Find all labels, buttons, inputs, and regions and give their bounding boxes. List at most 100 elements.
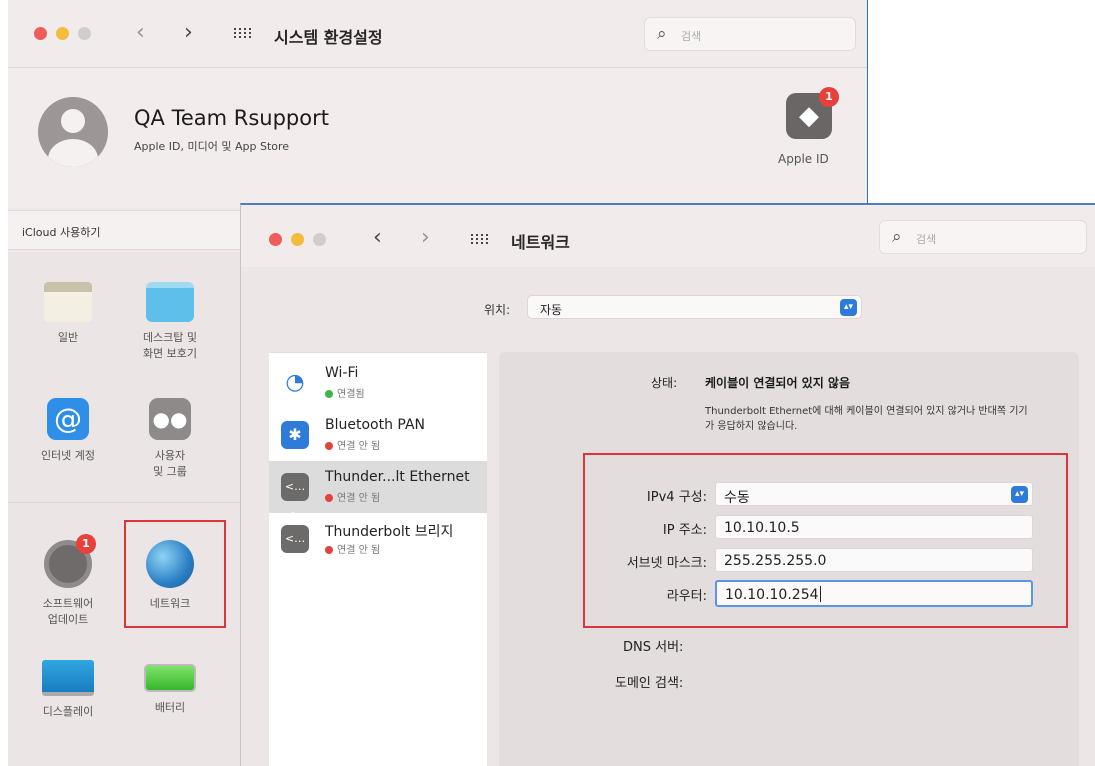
- thunderbolt-bridge-icon: <…>: [281, 525, 309, 573]
- status-dot-green: [325, 390, 333, 398]
- window-title: 시스템 환경설정: [274, 28, 383, 47]
- router-field[interactable]: 10.10.10.254: [715, 580, 1033, 607]
- preferences-grid: 일반 데스크탑 및 화면 보호기 @ 인터넷 계정 ●● 사용자 및 그룹 소프…: [8, 252, 248, 766]
- status-dot-red: [325, 494, 333, 502]
- desktop-screensaver-icon: [146, 282, 194, 322]
- ipv4-config-select[interactable]: 수동 ▴▾: [715, 482, 1033, 506]
- titlebar: ‹ › 시스템 환경설정 ⌕ 검색: [8, 0, 867, 68]
- status-value: 케이블이 연결되어 있지 않음: [705, 376, 851, 390]
- show-all-grid-icon[interactable]: [471, 234, 489, 248]
- account-name: QA Team Rsupport: [134, 106, 329, 130]
- ipv4-config-value: 수동: [724, 490, 750, 506]
- status-label: 상태:: [651, 376, 678, 390]
- pref-label: 소프트웨어 업데이트: [42, 597, 94, 626]
- pref-software-update[interactable]: 소프트웨어 업데이트: [20, 540, 116, 628]
- battery-icon: [144, 664, 196, 692]
- location-row: 위치: 자동 ▴▾: [241, 293, 1095, 323]
- service-item-thunderbolt-ethernet[interactable]: <…> Thunder...lt Ethernet 연결 안 됨: [269, 461, 487, 521]
- wifi-icon: ◔: [281, 369, 309, 397]
- pref-label: 데스크탑 및 화면 보호기: [142, 331, 198, 360]
- search-input[interactable]: ⌕ 검색: [644, 17, 856, 51]
- pref-general[interactable]: 일반: [20, 282, 116, 346]
- status-description: Thunderbolt Ethernet에 대해 케이블이 연결되어 있지 않거…: [705, 406, 1028, 432]
- text-caret: [819, 586, 821, 602]
- ip-settings-highlight-frame: IPv4 구성: 수동 ▴▾ IP 주소: 10.10.10.5 서브넷 마스크…: [583, 453, 1068, 628]
- internet-accounts-icon: @: [47, 398, 89, 440]
- pref-users-groups[interactable]: ●● 사용자 및 그룹: [122, 398, 218, 480]
- divider: [8, 502, 248, 503]
- apple-id-label[interactable]: Apple ID: [778, 152, 829, 166]
- back-arrow-icon[interactable]: ‹: [373, 227, 382, 249]
- location-value: 자동: [540, 303, 563, 317]
- location-label: 위치:: [484, 303, 511, 317]
- network-highlight-frame: [124, 520, 226, 628]
- icloud-banner-text: iCloud 사용하기: [22, 226, 101, 239]
- close-button[interactable]: [34, 27, 47, 40]
- display-icon: [42, 660, 94, 696]
- service-status: 연결 안 됨: [325, 489, 380, 504]
- minimize-button[interactable]: [291, 233, 304, 246]
- titlebar: ‹ › 네트워크 ⌕ 검색: [241, 205, 1095, 267]
- router-label: 라우터:: [666, 589, 707, 604]
- window-title: 네트워크: [511, 233, 570, 252]
- back-arrow-icon[interactable]: ‹: [136, 22, 145, 44]
- pref-label: 사용자 및 그룹: [153, 449, 187, 478]
- show-all-grid-icon[interactable]: [234, 28, 252, 42]
- minimize-button[interactable]: [56, 27, 69, 40]
- location-select[interactable]: 자동 ▴▾: [527, 295, 862, 319]
- service-list: ◔ Wi-Fi 연결됨 ✱ Bluetooth PAN 연결 안 됨 <…> T…: [269, 352, 487, 766]
- account-subtitle: Apple ID, 미디어 및 App Store: [134, 140, 290, 153]
- subnet-mask-label: 서브넷 마스크:: [626, 556, 707, 571]
- search-icon: ⌕: [892, 227, 902, 247]
- ip-address-field[interactable]: 10.10.10.5: [715, 515, 1033, 539]
- zoom-button[interactable]: [78, 27, 91, 40]
- service-detail-pane: 상태: 케이블이 연결되어 있지 않음 Thunderbolt Ethernet…: [499, 352, 1079, 766]
- pref-label: 일반: [57, 331, 79, 344]
- pref-battery[interactable]: 배터리: [122, 660, 218, 716]
- network-window: ‹ › 네트워크 ⌕ 검색 위치: 자동 ▴▾ ◔ Wi-Fi 연결됨 ✱ Bl…: [240, 203, 1095, 766]
- pref-internet-accounts[interactable]: @ 인터넷 계정: [20, 398, 116, 464]
- ip-address-label: IP 주소:: [662, 523, 707, 538]
- pref-label: 배터리: [154, 701, 186, 714]
- apple-id-badge: 1: [819, 87, 839, 107]
- general-icon: [44, 282, 92, 322]
- service-item-thunderbolt-bridge[interactable]: <…> Thunderbolt 브리지 연결 안 됨: [269, 513, 487, 573]
- subnet-mask-field[interactable]: 255.255.255.0: [715, 548, 1033, 572]
- ipv4-config-label: IPv4 구성:: [646, 490, 707, 505]
- zoom-button[interactable]: [313, 233, 326, 246]
- service-name: Thunderbolt 브리지: [325, 524, 454, 540]
- search-domains-label: 도메인 검색:: [615, 676, 684, 691]
- service-status: 연결 안 됨: [325, 541, 380, 556]
- search-placeholder: 검색: [916, 233, 937, 246]
- subnet-mask-value: 255.255.255.0: [724, 553, 827, 569]
- pref-desktop-screensaver[interactable]: 데스크탑 및 화면 보호기: [122, 282, 218, 362]
- service-name: Wi-Fi: [325, 365, 359, 381]
- bluetooth-icon: ✱: [281, 421, 309, 449]
- forward-arrow-icon[interactable]: ›: [184, 22, 193, 44]
- service-status: 연결 안 됨: [325, 437, 380, 452]
- pref-label: 디스플레이: [42, 705, 94, 718]
- status-dot-red: [325, 546, 333, 554]
- account-header: QA Team Rsupport Apple ID, 미디어 및 App Sto…: [8, 68, 867, 208]
- close-button[interactable]: [269, 233, 282, 246]
- search-icon: ⌕: [657, 24, 667, 44]
- dns-server-label: DNS 서버:: [623, 640, 684, 655]
- software-update-badge: 1: [76, 534, 96, 554]
- service-status: 연결됨: [325, 385, 365, 400]
- router-value: 10.10.10.254: [725, 586, 821, 603]
- chevron-updown-icon: ▴▾: [840, 299, 857, 316]
- chevron-updown-icon: ▴▾: [1011, 486, 1028, 503]
- service-item-bluetooth-pan[interactable]: ✱ Bluetooth PAN 연결 안 됨: [269, 409, 487, 461]
- pref-display[interactable]: 디스플레이: [20, 660, 116, 720]
- avatar[interactable]: [38, 97, 108, 167]
- users-groups-icon: ●●: [149, 398, 191, 440]
- service-name: Bluetooth PAN: [325, 417, 426, 433]
- forward-arrow-icon[interactable]: ›: [421, 227, 430, 249]
- service-item-wifi[interactable]: ◔ Wi-Fi 연결됨: [269, 357, 487, 409]
- service-name: Thunder...lt Ethernet: [325, 469, 470, 485]
- status-dot-red: [325, 442, 333, 450]
- search-input[interactable]: ⌕ 검색: [879, 220, 1087, 254]
- ethernet-icon: <…>: [281, 473, 309, 521]
- ip-address-value: 10.10.10.5: [724, 520, 800, 536]
- pref-label: 인터넷 계정: [40, 449, 96, 462]
